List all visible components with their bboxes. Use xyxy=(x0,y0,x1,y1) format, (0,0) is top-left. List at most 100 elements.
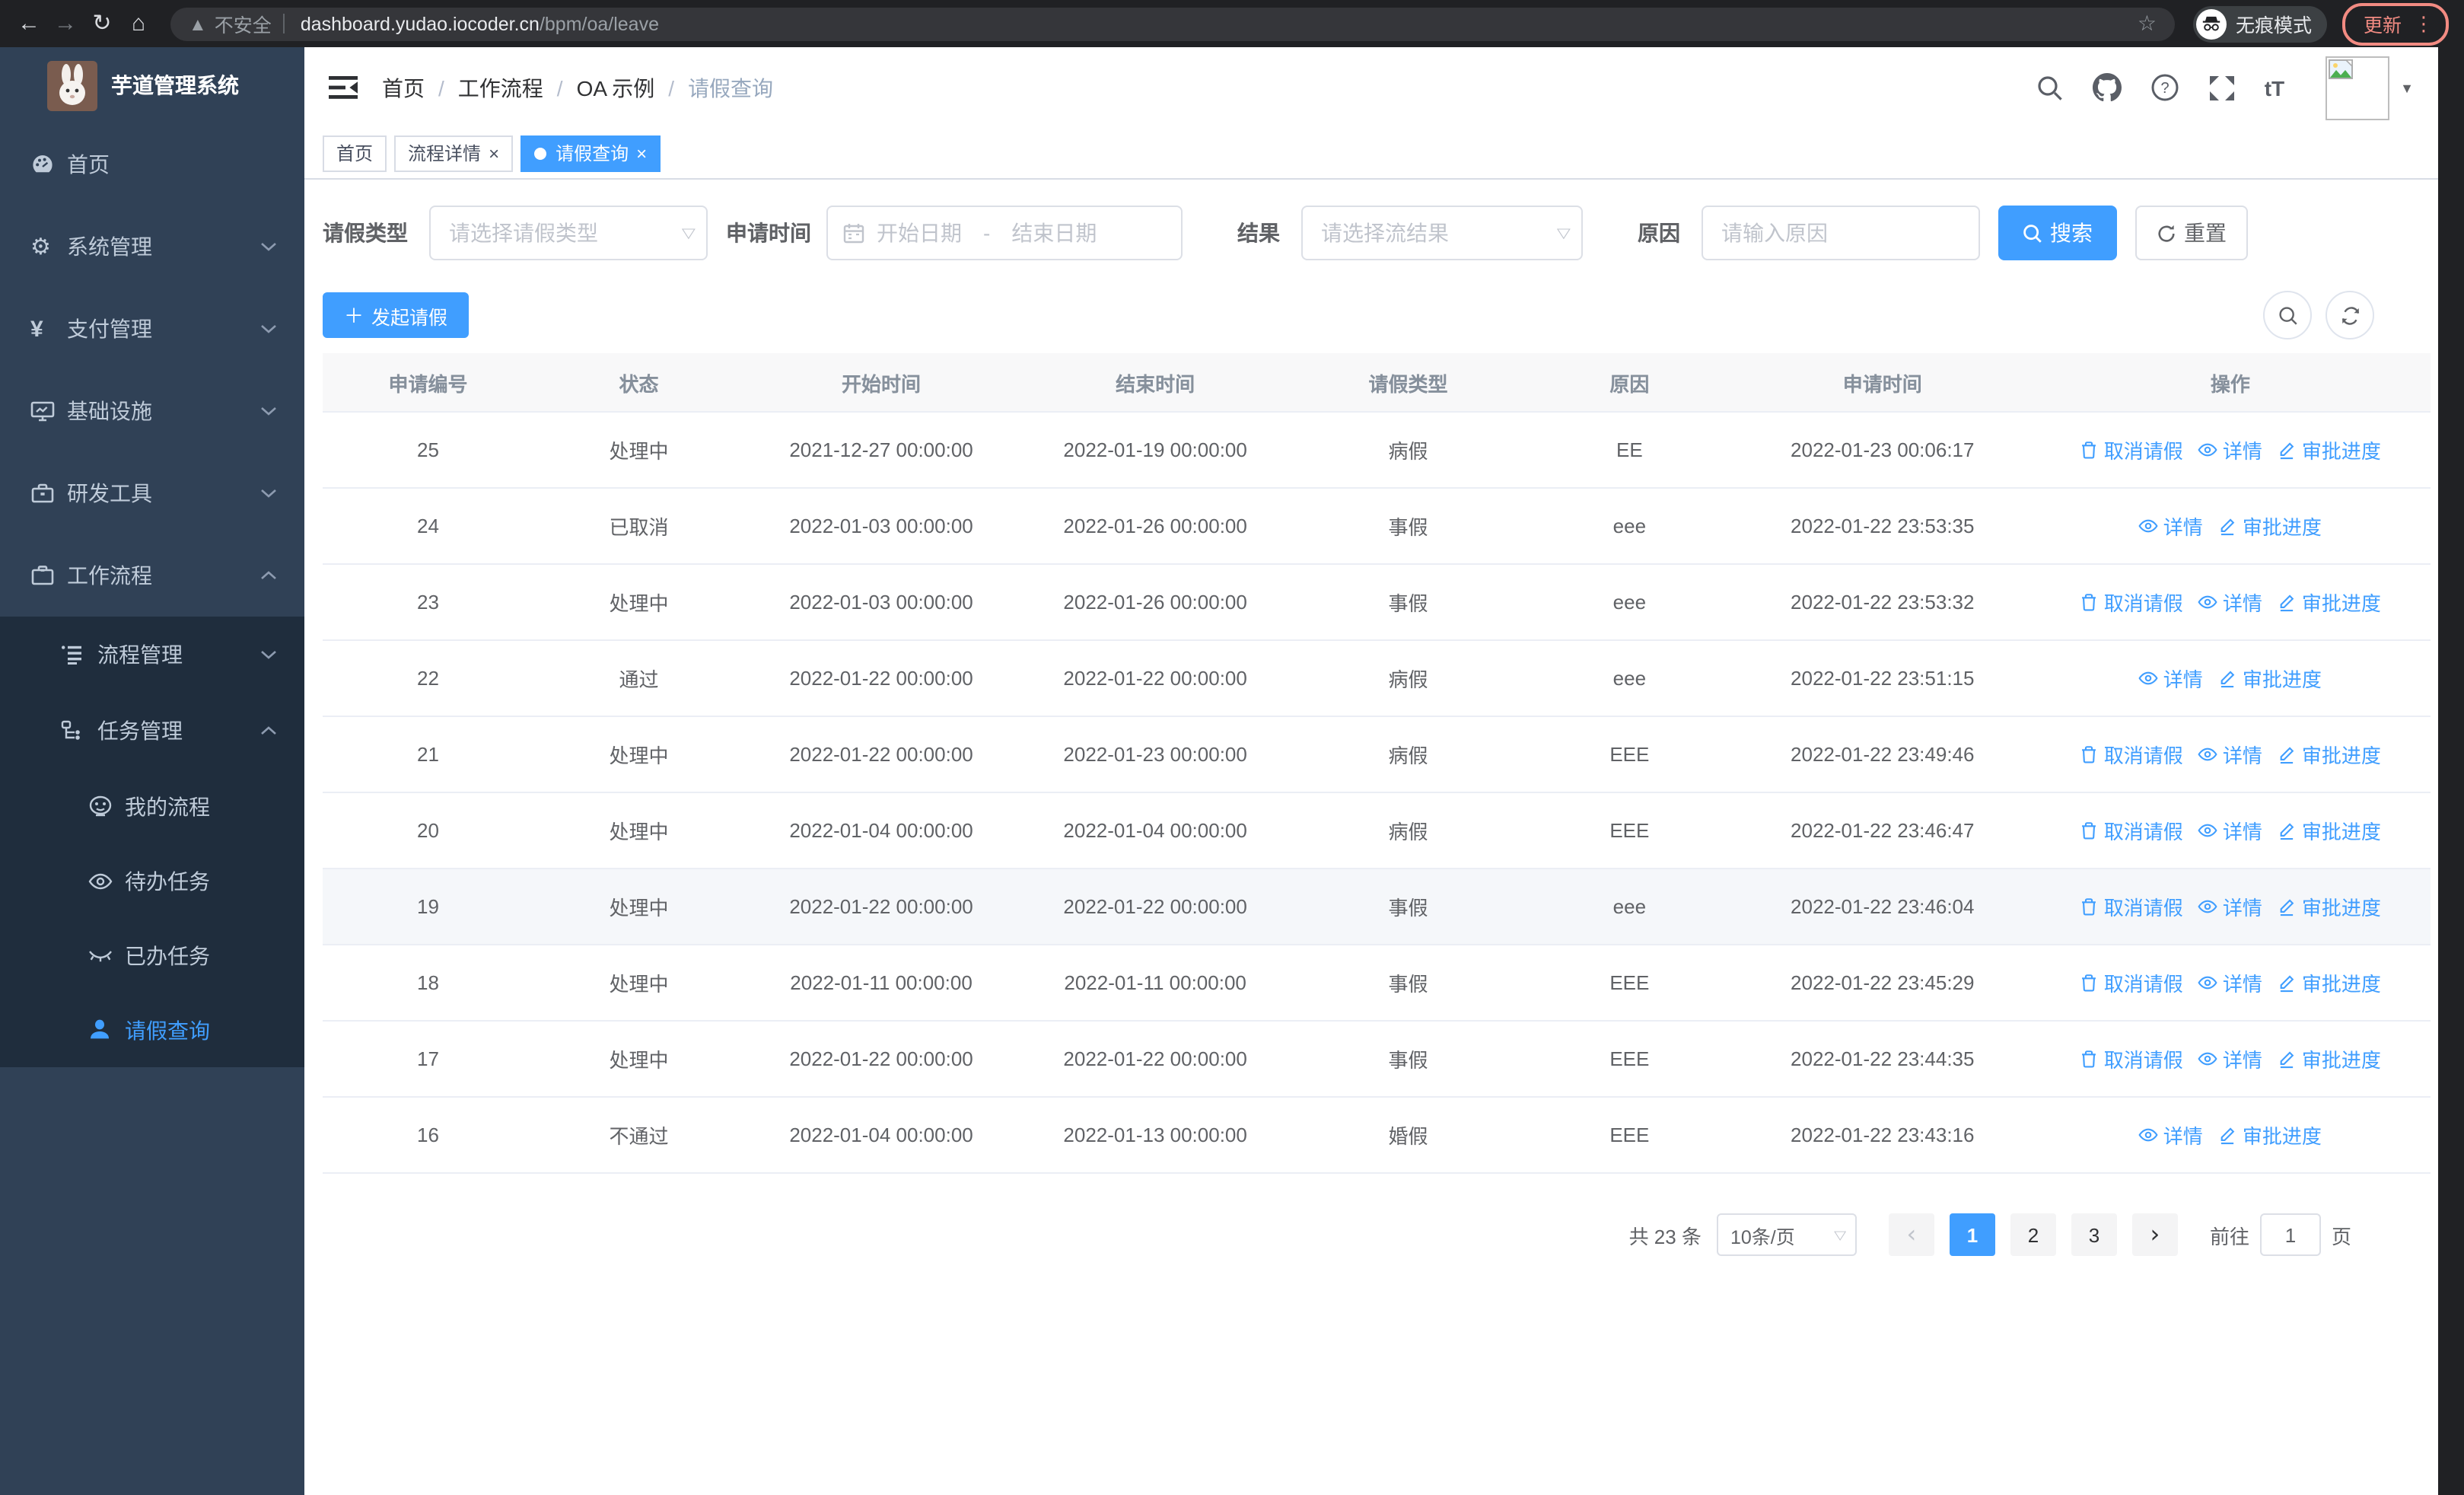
detail-link[interactable]: 详情 xyxy=(2198,1044,2262,1073)
approval-progress-link[interactable]: 审批进度 xyxy=(2278,968,2381,997)
sidebar-item-my-process[interactable]: 我的流程 xyxy=(0,769,304,843)
detail-link[interactable]: 详情 xyxy=(2198,588,2262,617)
goto-page-input[interactable]: 1 xyxy=(2259,1213,2321,1256)
breadcrumb-item[interactable]: OA 示例 xyxy=(577,72,655,103)
approval-progress-link[interactable]: 审批进度 xyxy=(2278,892,2381,921)
fullscreen-icon[interactable] xyxy=(2208,74,2236,101)
cell-apply-time: 2022-01-22 23:51:15 xyxy=(1734,640,2030,717)
detail-link[interactable]: 详情 xyxy=(2198,816,2262,845)
cancel-leave-link[interactable]: 取消请假 xyxy=(2080,816,2183,845)
tag-process-detail[interactable]: 流程详情 × xyxy=(394,135,514,171)
avatar[interactable] xyxy=(2326,56,2390,120)
reason-input[interactable]: 请输入原因 xyxy=(1702,206,1980,260)
security-label[interactable]: 不安全 xyxy=(215,9,272,38)
sidebar-item-task-mgmt[interactable]: 任务管理 xyxy=(0,693,304,769)
prev-page-button[interactable]: ‹ xyxy=(1888,1213,1934,1256)
sidebar-item-system[interactable]: ⚙ 系统管理 xyxy=(0,206,304,288)
sidebar-item-devtools[interactable]: 研发工具 xyxy=(0,452,304,534)
reset-button[interactable]: 重置 xyxy=(2135,206,2248,260)
sidebar-item-payment[interactable]: ¥ 支付管理 xyxy=(0,288,304,370)
sidebar-item-process-mgmt[interactable]: 流程管理 xyxy=(0,617,304,693)
reload-icon[interactable]: ↻ xyxy=(88,12,116,35)
create-leave-button[interactable]: ＋ 发起请假 xyxy=(323,292,470,338)
back-icon[interactable]: ← xyxy=(15,12,43,35)
cancel-leave-link[interactable]: 取消请假 xyxy=(2080,435,2183,464)
refresh-button[interactable] xyxy=(2326,291,2374,339)
cancel-leave-link[interactable]: 取消请假 xyxy=(2080,588,2183,617)
chevron-down-icon: ▽ xyxy=(1557,225,1571,240)
approval-progress-link[interactable]: 审批进度 xyxy=(2278,1044,2381,1073)
approval-progress-link[interactable]: 审批进度 xyxy=(2218,512,2322,540)
detail-link[interactable]: 详情 xyxy=(2139,1120,2203,1149)
address-bar[interactable]: ▲ 不安全 dashboard.yudao.iocoder.cn /bpm/oa… xyxy=(170,7,2175,40)
close-icon[interactable]: × xyxy=(489,144,499,162)
forward-icon[interactable]: → xyxy=(52,12,79,35)
apply-time-range-picker[interactable]: 开始日期 - 结束日期 xyxy=(826,206,1183,260)
approval-progress-link[interactable]: 审批进度 xyxy=(2218,1120,2322,1149)
tag-home[interactable]: 首页 xyxy=(323,135,387,171)
cell-end-time: 2022-01-22 00:00:00 xyxy=(1018,640,1293,717)
table-row[interactable]: 25 处理中 2021-12-27 00:00:00 2022-01-19 00:00… xyxy=(323,412,2431,489)
page-button-1[interactable]: 1 xyxy=(1949,1213,1995,1256)
search-icon[interactable] xyxy=(2036,74,2064,101)
detail-link[interactable]: 详情 xyxy=(2139,512,2203,540)
table-row[interactable]: 18 处理中 2022-01-11 00:00:00 2022-01-11 00:00… xyxy=(323,945,2431,1022)
cancel-leave-link[interactable]: 取消请假 xyxy=(2080,892,2183,921)
detail-link[interactable]: 详情 xyxy=(2139,664,2203,693)
sidebar-item-todo-tasks[interactable]: 待办任务 xyxy=(0,843,304,918)
cell-reason: EEE xyxy=(1523,792,1735,869)
sidebar-item-workflow[interactable]: 工作流程 xyxy=(0,534,304,617)
approval-progress-link[interactable]: 审批进度 xyxy=(2218,664,2322,693)
next-page-button[interactable]: › xyxy=(2131,1213,2178,1256)
action-label: 审批进度 xyxy=(2242,1125,2322,1148)
detail-link[interactable]: 详情 xyxy=(2198,968,2262,997)
table-row[interactable]: 21 处理中 2022-01-22 00:00:00 2022-01-23 00:00… xyxy=(323,716,2431,793)
sidebar-item-done-tasks[interactable]: 已办任务 xyxy=(0,918,304,993)
cancel-leave-link[interactable]: 取消请假 xyxy=(2080,1044,2183,1073)
close-icon[interactable]: × xyxy=(636,144,647,162)
approval-progress-link[interactable]: 审批进度 xyxy=(2278,588,2381,617)
cancel-leave-link[interactable]: 取消请假 xyxy=(2080,740,2183,769)
table-row[interactable]: 20 处理中 2022-01-04 00:00:00 2022-01-04 00:00… xyxy=(323,792,2431,869)
table-row[interactable]: 24 已取消 2022-01-03 00:00:00 2022-01-26 00:00… xyxy=(323,488,2431,565)
sidebar-item-infra[interactable]: 基础设施 xyxy=(0,370,304,452)
page-size-value: 10条/页 xyxy=(1730,1226,1795,1248)
breadcrumb-item[interactable]: 首页 xyxy=(382,72,425,103)
table-row[interactable]: 23 处理中 2022-01-03 00:00:00 2022-01-26 00:00… xyxy=(323,564,2431,641)
page-scrollbar[interactable] xyxy=(2438,47,2464,1495)
hide-search-button[interactable] xyxy=(2263,291,2312,339)
table-row[interactable]: 22 通过 2022-01-22 00:00:00 2022-01-22 00:00:… xyxy=(323,640,2431,717)
sidebar-item-leave-query[interactable]: 请假查询 xyxy=(0,993,304,1067)
result-select[interactable]: 请选择流结果 ▽ xyxy=(1301,206,1583,260)
detail-link[interactable]: 详情 xyxy=(2198,740,2262,769)
approval-progress-link[interactable]: 审批进度 xyxy=(2278,816,2381,845)
collapse-sidebar-icon[interactable] xyxy=(329,75,358,100)
cell-start-time: 2022-01-11 00:00:00 xyxy=(744,945,1019,1022)
help-icon[interactable]: ? xyxy=(2150,73,2179,102)
approval-progress-link[interactable]: 审批进度 xyxy=(2278,740,2381,769)
table-row[interactable]: 17 处理中 2022-01-22 00:00:00 2022-01-22 00:00… xyxy=(323,1021,2431,1098)
cell-reason: EEE xyxy=(1523,945,1735,1022)
user-menu[interactable]: ▼ xyxy=(2313,56,2414,120)
search-button[interactable]: 搜索 xyxy=(1998,206,2117,260)
detail-link[interactable]: 详情 xyxy=(2198,892,2262,921)
home-icon[interactable]: ⌂ xyxy=(125,12,152,35)
browser-menu-icon[interactable]: ⋮ xyxy=(2414,11,2434,36)
detail-link[interactable]: 详情 xyxy=(2198,435,2262,464)
page-button-2[interactable]: 2 xyxy=(2010,1213,2056,1256)
bookmark-star-icon[interactable]: ☆ xyxy=(2138,11,2157,37)
tag-leave-query[interactable]: 请假查询 × xyxy=(520,135,661,171)
breadcrumb-item[interactable]: 工作流程 xyxy=(458,72,543,103)
cancel-leave-link[interactable]: 取消请假 xyxy=(2080,968,2183,997)
approval-progress-link[interactable]: 审批进度 xyxy=(2278,435,2381,464)
table-row[interactable]: 16 不通过 2022-01-04 00:00:00 2022-01-13 00:00… xyxy=(323,1097,2431,1174)
breadcrumb-separator: / xyxy=(668,75,675,100)
sidebar-item-home[interactable]: 首页 xyxy=(0,123,304,206)
font-size-icon[interactable]: tT xyxy=(2265,75,2284,100)
page-size-select[interactable]: 10条/页 ▽ xyxy=(1716,1213,1857,1256)
table-row[interactable]: 19 处理中 2022-01-22 00:00:00 2022-01-22 00:00… xyxy=(323,869,2431,945)
github-icon[interactable] xyxy=(2092,73,2122,102)
page-button-3[interactable]: 3 xyxy=(2071,1213,2117,1256)
update-button[interactable]: 更新 ⋮ xyxy=(2341,2,2449,45)
leave-type-select[interactable]: 请选择请假类型 ▽ xyxy=(429,206,708,260)
